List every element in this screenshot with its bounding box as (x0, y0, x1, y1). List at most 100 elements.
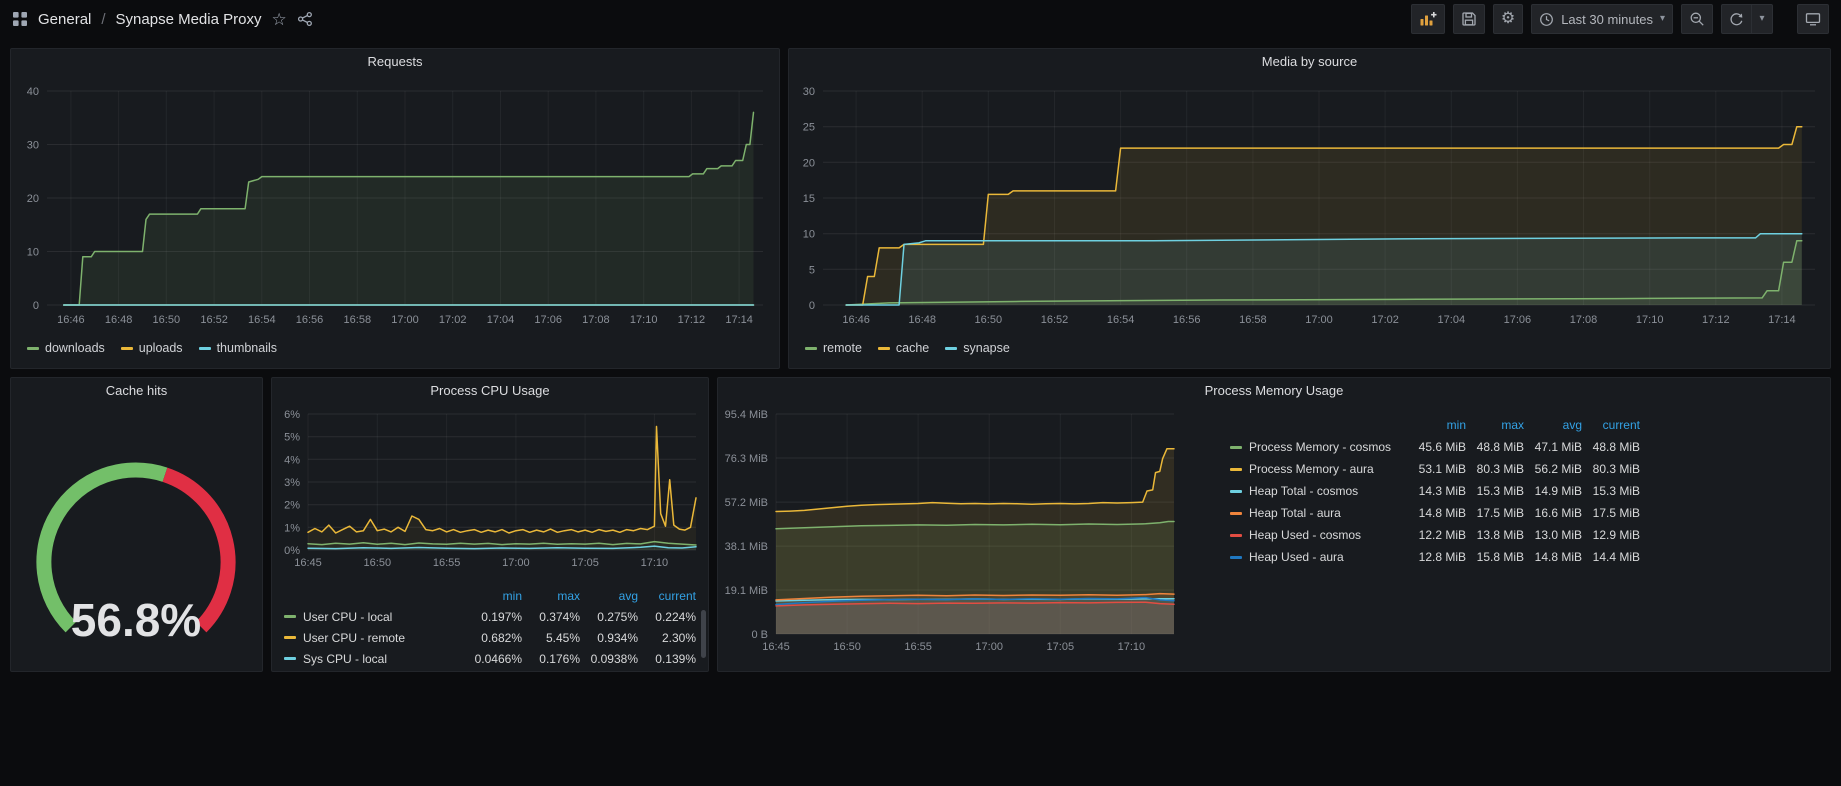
legend-stat-header-max[interactable]: max (1466, 418, 1524, 432)
legend-table-row-heap-total-aura: Heap Total - aura14.8 MiB17.5 MiB16.6 Mi… (1230, 502, 1640, 524)
panel-title[interactable]: Process CPU Usage (272, 378, 708, 404)
x-axis-label: 17:00 (391, 314, 419, 326)
series-label[interactable]: Heap Total - aura (1249, 506, 1341, 520)
x-axis-label: 17:14 (725, 314, 753, 326)
x-axis-label: 16:48 (105, 314, 133, 326)
top-nav: General / Synapse Media Proxy ☆ ⚙ Las (0, 0, 1841, 38)
panel-cache-hits: Cache hits 56.8% (10, 377, 263, 672)
legend-stat-header-current[interactable]: current (638, 589, 696, 603)
x-axis-label: 17:10 (1636, 314, 1664, 326)
panel-title[interactable]: Process Memory Usage (718, 378, 1830, 404)
panel-title[interactable]: Media by source (789, 49, 1830, 75)
x-axis-label: 16:54 (248, 314, 276, 326)
series-label[interactable]: User CPU - remote (303, 631, 405, 645)
legend-swatch (284, 657, 296, 660)
add-panel-button[interactable] (1411, 4, 1445, 34)
legend-stat-header-avg[interactable]: avg (1524, 418, 1582, 432)
stat-value: 15.8 MiB (1466, 550, 1524, 564)
stat-value: 15.3 MiB (1582, 484, 1640, 498)
stat-value: 13.8 MiB (1466, 528, 1524, 542)
breadcrumb-section[interactable]: General (38, 11, 91, 28)
x-axis-label: 16:45 (762, 641, 790, 653)
legend-item-remote[interactable]: remote (805, 341, 862, 355)
legend-stat-header-min[interactable]: min (464, 589, 522, 603)
y-axis-label: 0 (33, 300, 39, 312)
dashboard-title[interactable]: Synapse Media Proxy (116, 11, 262, 28)
panel-process-cpu: Process CPU Usage 0%1%2%3%4%5%6%16:4516:… (271, 377, 709, 672)
stat-value: 14.9 MiB (1524, 484, 1582, 498)
media-by-source-chart: 05101520253016:4616:4816:5016:5216:5416:… (789, 75, 1830, 339)
legend-stat-header-max[interactable]: max (522, 589, 580, 603)
refresh-button[interactable] (1721, 4, 1751, 34)
stat-value: 0.682% (464, 631, 522, 645)
x-axis-label: 16:45 (294, 557, 322, 569)
legend-swatch (878, 347, 890, 350)
stat-value: 16.6 MiB (1524, 506, 1582, 520)
stat-value: 17.5 MiB (1466, 506, 1524, 520)
x-axis-label: 16:46 (842, 314, 870, 326)
media-by-source-legend: remote cache synapse (789, 339, 1830, 355)
legend-swatch (945, 347, 957, 350)
series-label[interactable]: Process Memory - aura (1249, 462, 1374, 476)
stat-value: 45.6 MiB (1408, 440, 1466, 454)
panel-title[interactable]: Requests (11, 49, 779, 75)
stat-value: 13.0 MiB (1524, 528, 1582, 542)
series-label[interactable]: Process Memory - cosmos (1249, 440, 1391, 454)
panel-title[interactable]: Cache hits (11, 378, 262, 404)
legend-item-synapse[interactable]: synapse (945, 341, 1010, 355)
legend-item-cache[interactable]: cache (878, 341, 929, 355)
process-cpu-chart: 0%1%2%3%4%5%6%16:4516:5016:5517:0017:051… (272, 404, 708, 580)
legend-stat-header-current[interactable]: current (1582, 418, 1640, 432)
tv-mode-button[interactable] (1797, 4, 1829, 34)
legend-item-downloads[interactable]: downloads (27, 341, 105, 355)
apps-grid-icon[interactable] (12, 11, 28, 27)
chevron-down-icon: ▾ (1660, 14, 1665, 24)
legend-swatch (1230, 534, 1242, 537)
series-label[interactable]: Heap Total - cosmos (1249, 484, 1358, 498)
x-axis-label: 16:56 (296, 314, 324, 326)
x-axis-label: 17:00 (975, 641, 1003, 653)
legend-item-thumbnails[interactable]: thumbnails (199, 341, 277, 355)
stat-value: 0.176% (522, 652, 580, 666)
legend-swatch (1230, 490, 1242, 493)
legend-table-row-user-cpu-remote: User CPU - remote0.682%5.45%0.934%2.30% (284, 627, 696, 648)
save-dashboard-button[interactable] (1453, 4, 1485, 34)
stat-value: 5.45% (522, 631, 580, 645)
stat-value: 2.30% (638, 631, 696, 645)
legend-table-row-sys-cpu-local: Sys CPU - local0.0466%0.176%0.0938%0.139… (284, 648, 696, 669)
star-icon[interactable]: ☆ (271, 11, 286, 28)
stat-value: 53.1 MiB (1408, 462, 1466, 476)
stat-value: 47.1 MiB (1524, 440, 1582, 454)
stat-value: 0.197% (464, 610, 522, 624)
process-memory-chart: 0 B19.1 MiB38.1 MiB57.2 MiB76.3 MiB95.4 … (718, 404, 1188, 666)
series-label[interactable]: Sys CPU - local (303, 652, 387, 666)
x-axis-label: 16:55 (904, 641, 932, 653)
legend-swatch (121, 347, 133, 350)
x-axis-label: 16:52 (1041, 314, 1069, 326)
cache-hits-gauge: 56.8% (11, 404, 262, 670)
dashboard-settings-button[interactable]: ⚙ (1493, 4, 1523, 34)
stat-value: 17.5 MiB (1582, 506, 1640, 520)
zoom-out-button[interactable] (1681, 4, 1713, 34)
panel-media-by-source: Media by source 05101520253016:4616:4816… (788, 48, 1831, 369)
series-label[interactable]: Heap Used - aura (1249, 550, 1344, 564)
y-axis-label: 95.4 MiB (725, 409, 768, 421)
legend-swatch (1230, 446, 1242, 449)
legend-swatch (805, 347, 817, 350)
legend-item-uploads[interactable]: uploads (121, 341, 183, 355)
series-label[interactable]: Heap Used - cosmos (1249, 528, 1361, 542)
series-label[interactable]: User CPU - local (303, 610, 392, 624)
y-axis-label: 40 (27, 86, 39, 98)
legend-stat-header-avg[interactable]: avg (580, 589, 638, 603)
process-cpu-legend: minmaxavgcurrent User CPU - local 0.197% 0.… (272, 580, 708, 669)
share-icon[interactable] (297, 11, 313, 27)
clock-icon (1539, 12, 1554, 27)
time-picker-button[interactable]: Last 30 minutes ▾ (1531, 4, 1673, 34)
stat-value: 14.8 MiB (1408, 506, 1466, 520)
y-axis-label: 5 (809, 264, 815, 276)
legend-scrollbar[interactable] (701, 610, 706, 658)
gauge-value: 56.8% (71, 594, 201, 646)
x-axis-label: 17:10 (1118, 641, 1146, 653)
legend-stat-header-min[interactable]: min (1408, 418, 1466, 432)
refresh-interval-dropdown[interactable]: ▾ (1751, 4, 1773, 34)
